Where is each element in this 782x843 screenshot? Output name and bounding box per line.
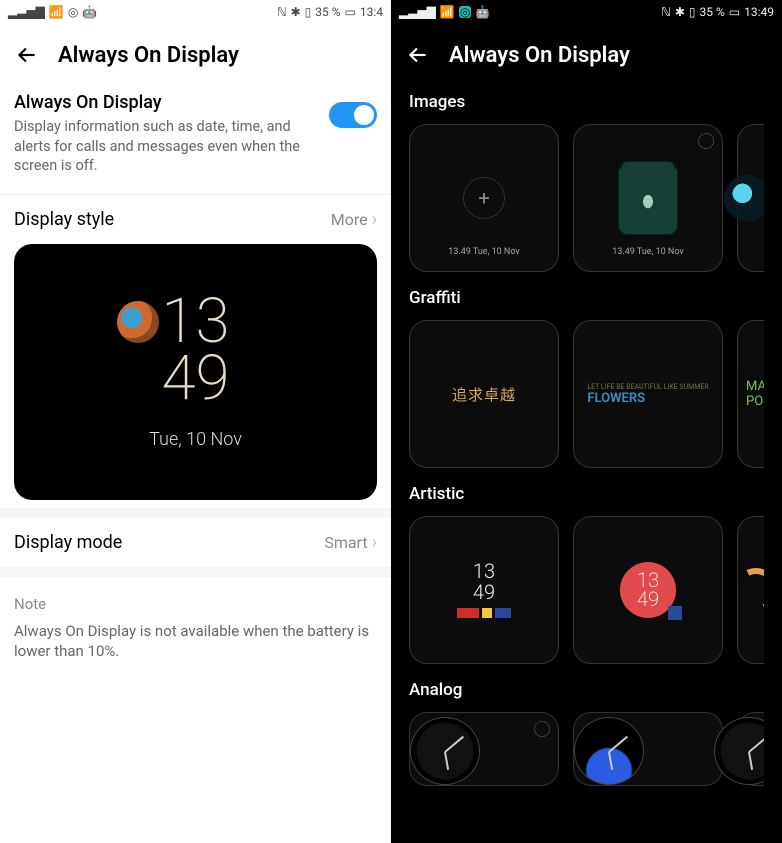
- battery-icon: ▭: [729, 6, 740, 18]
- analog-clock-artwork: [410, 717, 480, 785]
- page-title: Always On Display: [58, 43, 239, 68]
- gear-icon: [534, 721, 550, 737]
- tile-analog-dark[interactable]: [409, 712, 559, 786]
- analog-clock-artwork: [574, 717, 644, 785]
- chevron-right-icon: ›: [372, 209, 377, 230]
- tile-image-orb[interactable]: 13:: [737, 124, 764, 272]
- deer-artwork: [618, 161, 678, 235]
- tile-text: LET LIFE BE BEAUTIFUL LIKE SUMMER FLOWER…: [587, 383, 708, 406]
- artistic-section: Artistic 13 49: [391, 474, 782, 670]
- preview-date: Tue, 10 Nov: [149, 429, 242, 450]
- plus-icon: +: [463, 177, 505, 219]
- section-heading-images: Images: [409, 92, 764, 112]
- status-bar: ▂▃▅▇ 📶 ◎ 🤖 ℕ ✱ ▯ 35 % ▭ 13:49: [391, 0, 782, 24]
- nfc-icon: ℕ: [661, 6, 671, 18]
- display-style-label: Display style: [14, 209, 114, 230]
- chevron-right-icon: ›: [372, 532, 377, 553]
- note-label: Note: [14, 595, 377, 613]
- battery-percent: 35 %: [700, 5, 725, 19]
- display-style-row[interactable]: Display style More ›: [0, 195, 391, 244]
- graffiti-section: Graffiti 追求卓越 LET LIFE BE BEAUTIFUL LIKE…: [391, 278, 782, 474]
- tile-analog-partial[interactable]: [737, 712, 764, 786]
- artistic-ring-artwork: [728, 562, 764, 618]
- tile-artistic-ring[interactable]: [737, 516, 764, 664]
- sync-icon: ◎: [68, 6, 78, 18]
- bluetooth-icon: ✱: [291, 6, 301, 18]
- aod-toggle-desc: Display information such as date, time, …: [14, 117, 314, 176]
- tile-caption: 13.49 Tue, 10 Nov: [448, 247, 520, 257]
- note-text: Always On Display is not available when …: [14, 621, 377, 662]
- section-heading-artistic: Artistic: [409, 484, 764, 504]
- note-block: Note Always On Display is not available …: [0, 577, 391, 680]
- tile-text: MAK POSS: [746, 379, 764, 409]
- tile-image-deer[interactable]: 13.49 Tue, 10 Nov: [573, 124, 723, 272]
- status-time: 13:49: [744, 5, 774, 19]
- tile-artistic-circle[interactable]: 13 49: [573, 516, 723, 664]
- signal-icon: ▂▃▅▇: [8, 6, 45, 18]
- aod-preview-card[interactable]: 13 49 Tue, 10 Nov: [14, 244, 377, 500]
- display-style-value: More: [331, 210, 368, 229]
- page-header: Always On Display: [0, 24, 391, 82]
- page-title: Always On Display: [449, 43, 630, 68]
- page-header: Always On Display: [391, 24, 782, 82]
- vibrate-icon: ▯: [305, 6, 312, 18]
- bluetooth-icon: ✱: [675, 6, 685, 18]
- gear-icon: [698, 133, 714, 149]
- section-heading-graffiti: Graffiti: [409, 288, 764, 308]
- display-mode-row[interactable]: Display mode Smart ›: [0, 518, 391, 567]
- artistic-blocks-artwork: 13 49: [457, 562, 511, 618]
- status-bar: ▂▃▅▇ 📶 ◎ 🤖 ℕ ✱ ▯ 35 % ▭ 13:4: [0, 0, 391, 24]
- tile-graffiti-make[interactable]: MAK POSS: [737, 320, 764, 468]
- wifi-icon: 📶: [440, 6, 455, 18]
- style-picker-pane: ▂▃▅▇ 📶 ◎ 🤖 ℕ ✱ ▯ 35 % ▭ 13:49 Always On …: [391, 0, 782, 843]
- display-mode-value: Smart: [324, 533, 367, 552]
- tile-text: 追求卓越: [452, 384, 516, 405]
- preview-clock: 13 49: [161, 293, 229, 407]
- bird-icon: [117, 301, 159, 343]
- tile-graffiti-flowers[interactable]: LET LIFE BE BEAUTIFUL LIKE SUMMER FLOWER…: [573, 320, 723, 468]
- signal-icon: ▂▃▅▇: [399, 6, 436, 18]
- tile-graffiti-chinese[interactable]: 追求卓越: [409, 320, 559, 468]
- tile-artistic-blocks[interactable]: 13 49: [409, 516, 559, 664]
- tile-add-image[interactable]: + 13.49 Tue, 10 Nov: [409, 124, 559, 272]
- images-section: Images + 13.49 Tue, 10 Nov 13.49 Tue, 10…: [391, 82, 782, 278]
- aod-toggle-title: Always On Display: [14, 92, 314, 113]
- orb-artwork: [724, 175, 764, 221]
- wifi-icon: 📶: [49, 6, 64, 18]
- aod-toggle-block: Always On Display Display information su…: [0, 82, 391, 195]
- back-arrow-icon[interactable]: [405, 42, 431, 68]
- tile-caption: 13.49 Tue, 10 Nov: [612, 247, 684, 257]
- battery-icon: ▭: [345, 6, 356, 18]
- artistic-circle-artwork: 13 49: [620, 562, 676, 618]
- aod-toggle-switch[interactable]: [329, 102, 377, 128]
- section-heading-analog: Analog: [409, 680, 764, 700]
- preview-minutes: 49: [161, 350, 229, 407]
- analog-section: Analog: [391, 670, 782, 792]
- vibrate-icon: ▯: [689, 6, 696, 18]
- nfc-icon: ℕ: [277, 6, 287, 18]
- display-mode-label: Display mode: [14, 532, 122, 553]
- battery-percent: 35 %: [315, 5, 340, 19]
- tile-analog-blue[interactable]: [573, 712, 723, 786]
- settings-pane: ▂▃▅▇ 📶 ◎ 🤖 ℕ ✱ ▯ 35 % ▭ 13:4 Always On D…: [0, 0, 391, 843]
- back-arrow-icon[interactable]: [14, 42, 40, 68]
- robot-icon: 🤖: [475, 6, 490, 18]
- status-time: 13:4: [360, 5, 383, 19]
- robot-icon: 🤖: [82, 6, 97, 18]
- sync-icon: ◎: [459, 6, 471, 18]
